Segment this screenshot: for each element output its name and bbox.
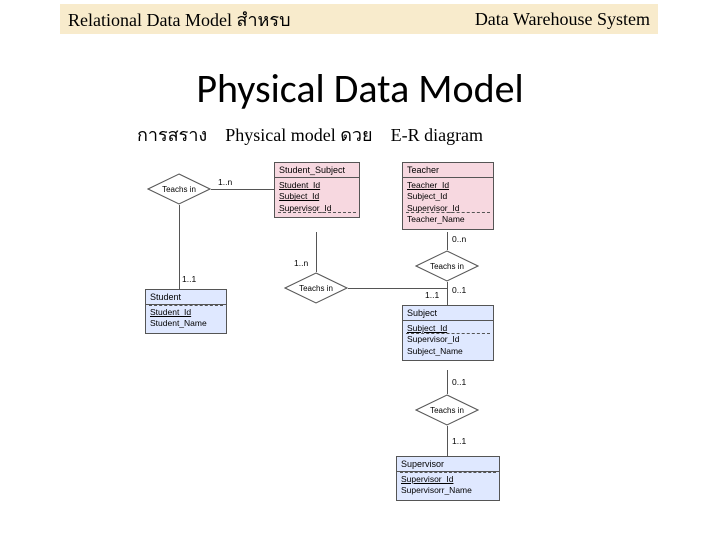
banner-right: Data Warehouse System xyxy=(475,9,650,30)
entity-field: Subject_Id xyxy=(279,191,355,202)
entity-field: Supervisorr_Name xyxy=(401,485,495,496)
cardinality: 0..n xyxy=(452,234,466,244)
entity-field: Teacher_Id xyxy=(407,180,489,191)
entity-fields: Subject_Id Supervisor_Id Subject_Name xyxy=(403,321,493,360)
entity-student-subject: Student_Subject Student_Id Subject_Id Su… xyxy=(274,162,360,218)
entity-field: Subject_Id xyxy=(407,191,489,202)
cardinality: 1..1 xyxy=(425,290,439,300)
edge xyxy=(447,370,448,394)
cardinality: 1..n xyxy=(294,258,308,268)
relationship-diamond: Teachs in xyxy=(284,272,348,304)
relationship-label: Teachs in xyxy=(147,173,211,205)
edge xyxy=(211,189,274,190)
separator xyxy=(406,212,490,213)
entity-title: Supervisor xyxy=(397,457,499,472)
relationship-diamond: Teachs in xyxy=(415,394,479,426)
entity-fields: Teacher_Id Subject_Id Supervisor_Id Teac… xyxy=(403,178,493,229)
entity-student: Student Student_Id Student_Name xyxy=(145,289,227,334)
page-title: Physical Data Model xyxy=(0,64,720,113)
separator xyxy=(400,472,496,473)
entity-title: Subject xyxy=(403,306,493,321)
er-diagram: Teachs in Teachs in Teachs in Teachs in … xyxy=(144,152,576,524)
separator xyxy=(149,305,223,306)
entity-fields: Student_Id Subject_Id Supervisor_Id xyxy=(275,178,359,217)
page-subtitle: การสราง Physical model ดวย E-R diagram xyxy=(137,120,483,149)
edge xyxy=(316,232,317,272)
cardinality: 0..1 xyxy=(452,377,466,387)
entity-title: Teacher xyxy=(403,163,493,178)
cardinality: 1..1 xyxy=(182,274,196,284)
entity-teacher: Teacher Teacher_Id Subject_Id Supervisor… xyxy=(402,162,494,230)
cardinality: 0..1 xyxy=(452,285,466,295)
entity-field: Student_Id xyxy=(150,307,222,318)
cardinality: 1..1 xyxy=(452,436,466,446)
separator xyxy=(406,333,490,334)
relationship-label: Teachs in xyxy=(284,272,348,304)
separator xyxy=(278,212,356,213)
entity-fields: Supervisor_Id Supervisorr_Name xyxy=(397,472,499,500)
edge xyxy=(447,282,448,304)
edge xyxy=(447,232,448,250)
edge xyxy=(348,288,447,289)
relationship-label: Teachs in xyxy=(415,250,479,282)
entity-field: Student_Id xyxy=(279,180,355,191)
entity-field: Subject_Name xyxy=(407,346,489,357)
relationship-diamond: Teachs in xyxy=(147,173,211,205)
entity-field: Supervisor_Id xyxy=(401,474,495,485)
entity-fields: Student_Id Student_Name xyxy=(146,305,226,333)
relationship-diamond: Teachs in xyxy=(415,250,479,282)
edge xyxy=(179,205,180,289)
entity-title: Student_Subject xyxy=(275,163,359,178)
entity-field: Student_Name xyxy=(150,318,222,329)
subtitle-part-b: Physical model ดวย xyxy=(225,125,372,145)
subtitle-part-a: การสราง xyxy=(137,125,207,145)
banner-left: Relational Data Model สำหรบ xyxy=(68,5,291,34)
relationship-label: Teachs in xyxy=(415,394,479,426)
entity-field: Teacher_Name xyxy=(407,214,489,225)
edge xyxy=(447,426,448,456)
entity-title: Student xyxy=(146,290,226,305)
cardinality: 1..n xyxy=(218,177,232,187)
subtitle-part-c: E-R diagram xyxy=(391,125,483,145)
header-banner: Relational Data Model สำหรบ Data Warehou… xyxy=(60,4,658,34)
entity-field: Supervisor_Id xyxy=(407,334,489,345)
entity-supervisor: Supervisor Supervisor_Id Supervisorr_Nam… xyxy=(396,456,500,501)
entity-subject: Subject Subject_Id Supervisor_Id Subject… xyxy=(402,305,494,361)
